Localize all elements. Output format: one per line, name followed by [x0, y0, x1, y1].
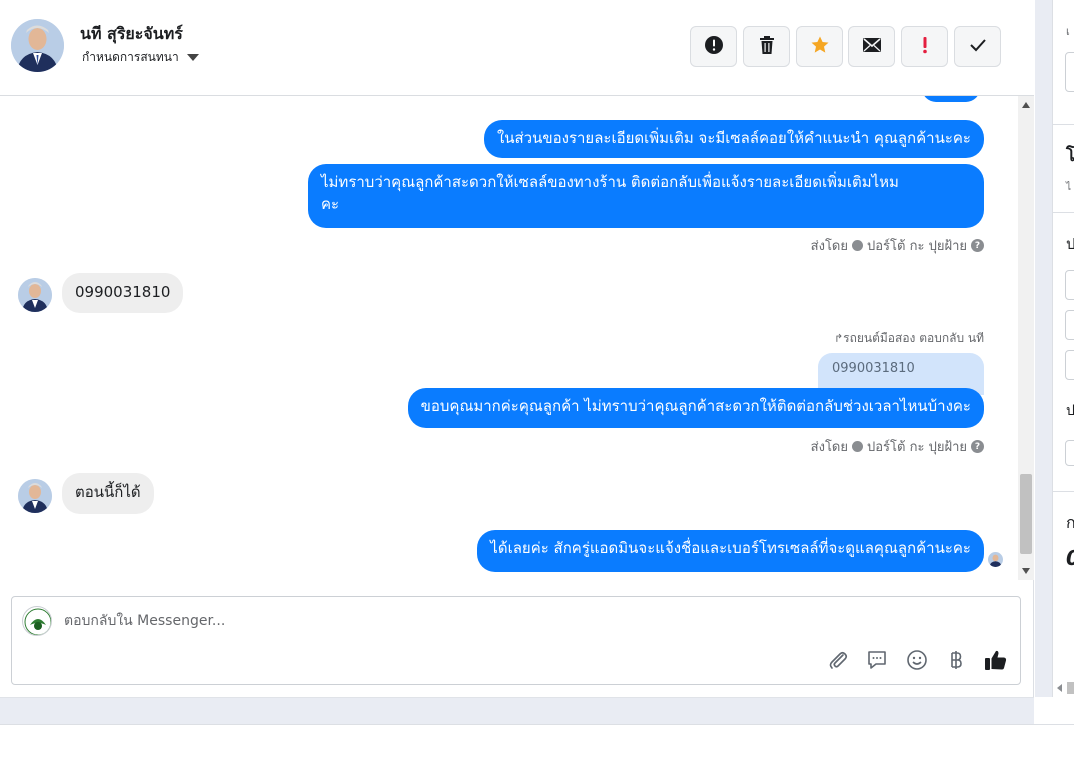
- message-scrollbar[interactable]: [1018, 96, 1034, 580]
- exclamation-icon: [922, 36, 928, 58]
- message-bubble-partial: [922, 96, 980, 102]
- check-circle-icon: [852, 240, 863, 251]
- contact-name[interactable]: นที สุริยะจันทร์: [80, 22, 183, 47]
- attach-icon[interactable]: [825, 647, 851, 673]
- incoming-message: ตอนนี้ก็ได้: [62, 473, 154, 514]
- assign-conversation-dropdown[interactable]: กำหนดการสนทนา: [82, 48, 199, 67]
- panel-gap: [1035, 0, 1052, 697]
- outgoing-message: ไม่ทราบว่าคุณลูกค้าสะดวกให้เซลล์ของทางร้…: [308, 164, 984, 228]
- trash-icon: [758, 35, 776, 59]
- conversation-header: นที สุริยะจันทร์ กำหนดการสนทนา: [0, 0, 1034, 96]
- details-heading: ป: [1066, 400, 1074, 422]
- sender-name[interactable]: ปอร์โต้ กะ ปุยฝ้าย: [867, 235, 967, 256]
- incoming-message: 0990031810: [62, 273, 184, 313]
- scroll-thumb[interactable]: [1020, 474, 1032, 554]
- horizontal-scroll-thumb[interactable]: [1067, 682, 1074, 694]
- help-icon[interactable]: ?: [971, 239, 984, 252]
- details-field[interactable]: [1065, 440, 1074, 466]
- seen-avatar: [988, 552, 1003, 567]
- details-field[interactable]: [1065, 52, 1074, 92]
- assign-label: กำหนดการสนทนา: [82, 50, 179, 64]
- contact-avatar-small[interactable]: [18, 278, 52, 312]
- details-panel: เ โ ไ ป ป ก 0: [1052, 0, 1074, 697]
- important-button[interactable]: [901, 26, 948, 67]
- sent-by-row: ส่งโดย ปอร์โต้ กะ ปุยฝ้าย ?: [811, 436, 984, 457]
- help-icon[interactable]: ?: [971, 440, 984, 453]
- mark-unread-button[interactable]: [848, 26, 895, 67]
- reply-arrow-icon: ↱: [833, 332, 844, 345]
- message-line: ไม่ทราบว่าคุณลูกค้าสะดวกให้เซลล์ของทางร้…: [321, 173, 899, 191]
- reply-input[interactable]: [64, 610, 764, 632]
- star-icon: [810, 35, 830, 59]
- outgoing-message: ขอบคุณมากค่ะคุณลูกค้า ไม่ทราบว่าคุณลูกค้…: [407, 388, 984, 428]
- details-subtext: ไ: [1066, 182, 1072, 193]
- details-field[interactable]: [1065, 310, 1074, 340]
- details-field[interactable]: [1065, 350, 1074, 380]
- caret-down-icon: [186, 54, 199, 61]
- contact-avatar-small[interactable]: [18, 479, 52, 513]
- scroll-up-icon[interactable]: [1022, 102, 1030, 108]
- details-value: 0: [1066, 546, 1074, 570]
- details-heading: ป: [1066, 232, 1074, 256]
- message-list[interactable]: ในส่วนของรายละเอียดเพิ่มเติม จะมีเซลล์คอ…: [0, 96, 1018, 580]
- bottom-strip: [0, 697, 1034, 725]
- alert-circle-icon: [704, 35, 724, 59]
- thumbs-up-icon[interactable]: [983, 647, 1009, 673]
- details-heading: ก: [1066, 511, 1074, 536]
- check-circle-icon: [852, 441, 863, 452]
- details-field[interactable]: [1065, 270, 1074, 300]
- checkmark-icon: [969, 37, 987, 56]
- star-button[interactable]: [796, 26, 843, 67]
- baht-payment-icon[interactable]: [943, 647, 969, 673]
- outgoing-message: ได้เลยค่ะ สักครู่แอดมินจะแจ้งชื่อและเบอร…: [477, 530, 984, 572]
- reply-composer: [11, 596, 1021, 685]
- reply-meta: ↱รถยนต์มือสอง ตอบกลับ นที: [834, 329, 984, 348]
- divider: [1053, 212, 1074, 213]
- page-logo: [22, 606, 52, 636]
- details-label: เ: [1066, 25, 1070, 38]
- sent-by-row: ส่งโดย ปอร์โต้ กะ ปุยฝ้าย ?: [811, 235, 984, 256]
- scroll-down-icon[interactable]: [1022, 568, 1030, 574]
- done-button[interactable]: [954, 26, 1001, 67]
- divider: [1053, 491, 1074, 492]
- divider: [0, 724, 1074, 725]
- app-window: นที สุริยะจันทร์ กำหนดการสนทนา ในส่วนของ…: [0, 0, 1074, 757]
- saved-reply-icon[interactable]: [864, 647, 890, 673]
- conversation-panel: นที สุริยะจันทร์ กำหนดการสนทนา ในส่วนของ…: [0, 0, 1034, 697]
- spam-button[interactable]: [690, 26, 737, 67]
- contact-avatar[interactable]: [11, 19, 64, 72]
- emoji-icon[interactable]: [904, 647, 930, 673]
- sent-by-label: ส่งโดย: [810, 239, 848, 254]
- message-line: คะ: [321, 195, 340, 213]
- sent-by-label: ส่งโดย: [810, 440, 848, 455]
- envelope-icon: [862, 37, 882, 57]
- delete-button[interactable]: [743, 26, 790, 67]
- details-heading: โ: [1066, 142, 1074, 169]
- sender-name[interactable]: ปอร์โต้ กะ ปุยฝ้าย: [867, 436, 967, 457]
- reply-meta-text: รถยนต์มือสอง ตอบกลับ นที: [843, 331, 984, 345]
- divider: [1053, 124, 1074, 125]
- scroll-left-icon[interactable]: [1057, 684, 1062, 692]
- outgoing-message: ในส่วนของรายละเอียดเพิ่มเติม จะมีเซลล์คอ…: [483, 120, 984, 158]
